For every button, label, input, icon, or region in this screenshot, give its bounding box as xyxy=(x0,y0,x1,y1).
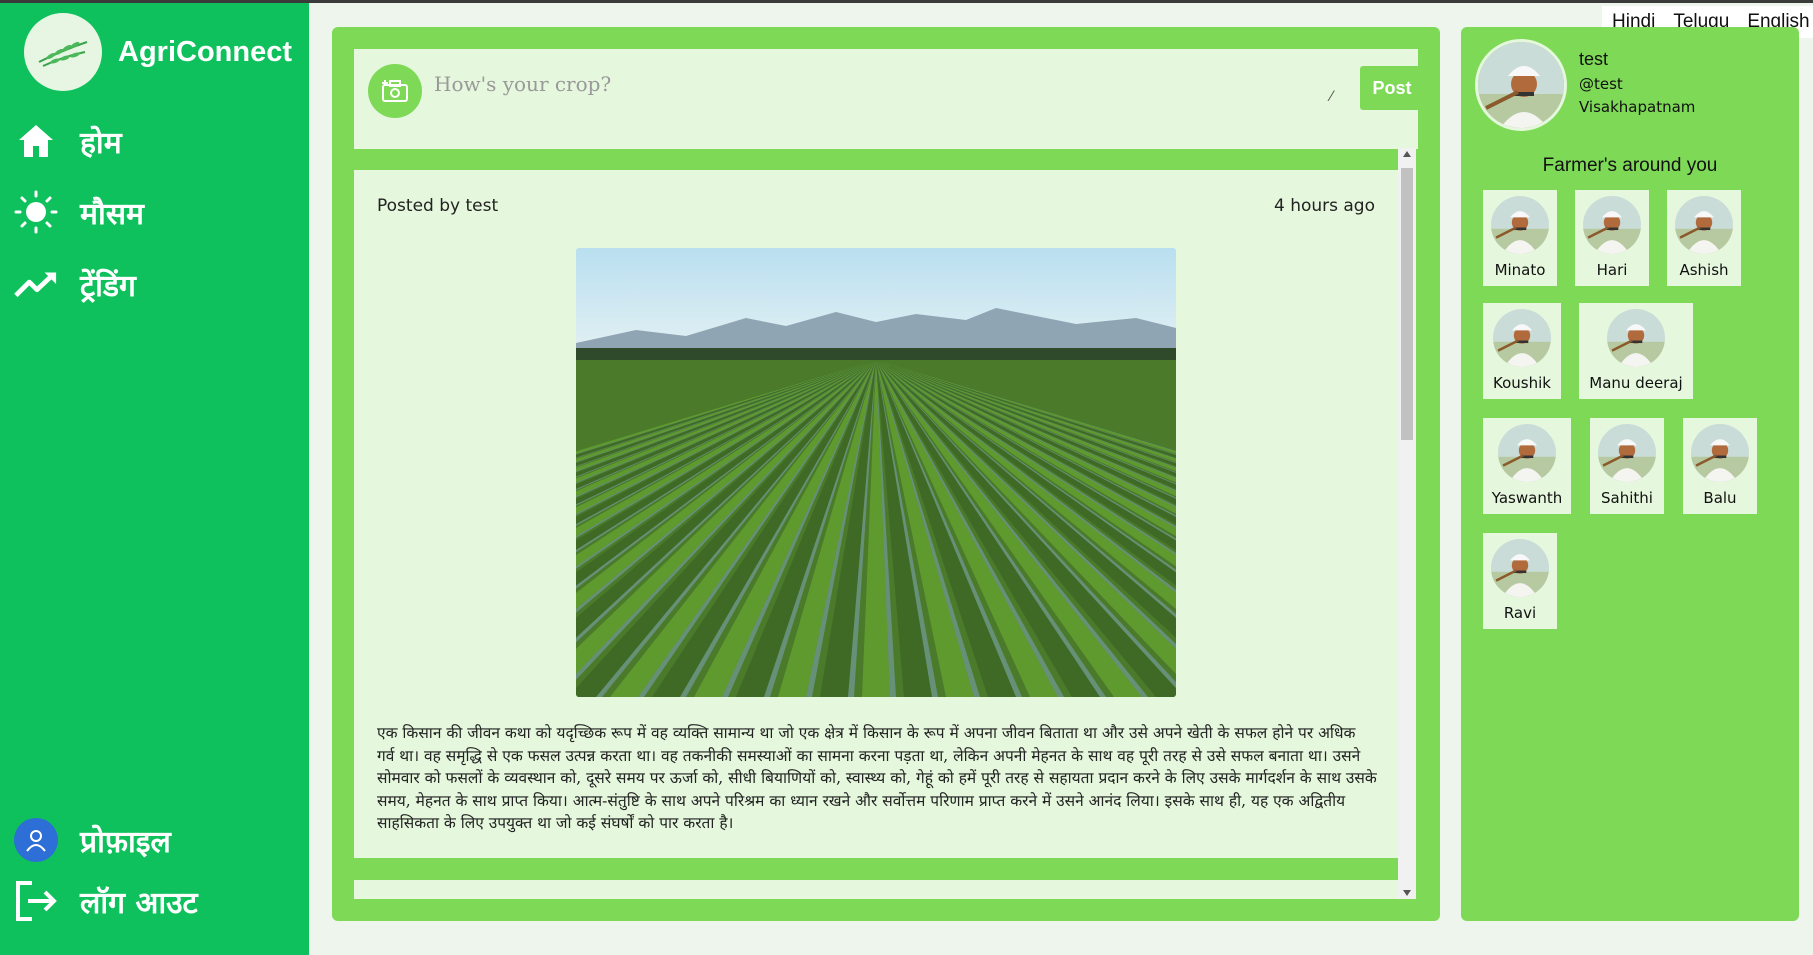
user-city: Visakhapatnam xyxy=(1579,98,1696,116)
wheat-logo-icon xyxy=(24,13,102,91)
farmer-name: Ashish xyxy=(1679,261,1729,279)
nav-trending[interactable]: ट्रेंडिंग xyxy=(14,262,136,306)
farmer-card-balu[interactable]: Balu xyxy=(1683,418,1757,514)
sidebar: AgriConnect होम मौसम ट्रेंडिंग प्रोफ़ाइल… xyxy=(0,3,309,955)
post-body-text: एक किसान की जीवन कथा को यदृच्छिक रूप में… xyxy=(377,724,1377,832)
nav-profile[interactable]: प्रोफ़ाइल xyxy=(14,818,171,862)
camera-icon xyxy=(382,80,408,102)
farmer-name: Minato xyxy=(1494,261,1546,279)
nav-logout-label: लॉग आउट xyxy=(80,885,198,921)
right-panel: test @test Visakhapatnam Farmer's around… xyxy=(1461,27,1799,921)
post-timestamp: 4 hours ago xyxy=(1273,196,1375,216)
nav-weather[interactable]: मौसम xyxy=(14,190,144,234)
nav-weather-label: मौसम xyxy=(80,196,144,232)
post-text-input[interactable] xyxy=(434,63,1274,133)
home-icon xyxy=(14,119,58,163)
farmers-around-title: Farmer's around you xyxy=(1542,155,1718,176)
farmer-avatar xyxy=(1691,424,1749,482)
farmer-avatar xyxy=(1498,424,1556,482)
user-avatar-icon xyxy=(14,818,58,862)
scroll-up-icon[interactable] xyxy=(1403,151,1411,157)
main-feed-panel: ⁄ Post Posted by test 4 hours ago xyxy=(332,27,1440,921)
farmer-name: Hari xyxy=(1596,261,1628,279)
farmer-name: Manu deeraj xyxy=(1589,374,1683,392)
sun-icon xyxy=(14,190,58,234)
farmer-name: Koushik xyxy=(1493,374,1551,392)
farmer-avatar xyxy=(1675,196,1733,254)
farmer-avatar xyxy=(1493,309,1551,367)
feed-scrollbar[interactable] xyxy=(1398,148,1416,899)
user-handle: @test xyxy=(1579,75,1623,93)
farmer-name: Sahithi xyxy=(1601,489,1653,507)
farmer-avatar xyxy=(1491,196,1549,254)
trending-icon xyxy=(14,262,58,306)
user-name: test xyxy=(1579,49,1609,69)
nav-home-label: होम xyxy=(80,125,122,161)
crop-field-image xyxy=(576,248,1176,697)
farmer-avatar xyxy=(1583,196,1641,254)
post-button[interactable]: Post xyxy=(1360,66,1424,110)
scrollbar-thumb[interactable] xyxy=(1401,168,1413,440)
farmer-name: Ravi xyxy=(1503,604,1537,622)
next-post-card xyxy=(354,880,1398,899)
farmer-card-minato[interactable]: Minato xyxy=(1483,190,1557,286)
nav-trending-label: ट्रेंडिंग xyxy=(80,268,136,304)
farmer-card-sahithi[interactable]: Sahithi xyxy=(1590,418,1664,514)
user-avatar[interactable] xyxy=(1475,39,1567,131)
post-feed[interactable]: Posted by test 4 hours ago एक किसान की ज… xyxy=(354,148,1418,899)
farmer-avatar xyxy=(1491,539,1549,597)
nav-home[interactable]: होम xyxy=(14,119,122,163)
farmer-card-koushik[interactable]: Koushik xyxy=(1483,303,1561,399)
nav-profile-label: प्रोफ़ाइल xyxy=(80,824,171,860)
brand-name: AgriConnect xyxy=(118,35,292,68)
farmer-card-manu-deeraj[interactable]: Manu deeraj xyxy=(1579,303,1693,399)
farmer-name: Yaswanth xyxy=(1491,489,1563,507)
brand[interactable]: AgriConnect xyxy=(24,13,292,91)
post-author: Posted by test xyxy=(377,196,499,216)
farmer-name: Balu xyxy=(1703,489,1737,507)
post-composer: ⁄ Post xyxy=(354,49,1424,149)
farmer-card-yaswanth[interactable]: Yaswanth xyxy=(1483,418,1571,514)
nav-logout[interactable]: लॉग आउट xyxy=(14,879,198,923)
farmer-avatar xyxy=(1598,424,1656,482)
farmer-card-ashish[interactable]: Ashish xyxy=(1667,190,1741,286)
farmer-card-ravi[interactable]: Ravi xyxy=(1483,533,1557,629)
post-card: Posted by test 4 hours ago एक किसान की ज… xyxy=(354,170,1398,858)
farmer-avatar xyxy=(1607,309,1665,367)
farmer-card-hari[interactable]: Hari xyxy=(1575,190,1649,286)
camera-upload-button[interactable] xyxy=(368,64,422,118)
resize-grip-icon[interactable]: ⁄ xyxy=(1330,89,1332,105)
scroll-down-icon[interactable] xyxy=(1403,890,1411,896)
logout-icon xyxy=(14,879,58,923)
